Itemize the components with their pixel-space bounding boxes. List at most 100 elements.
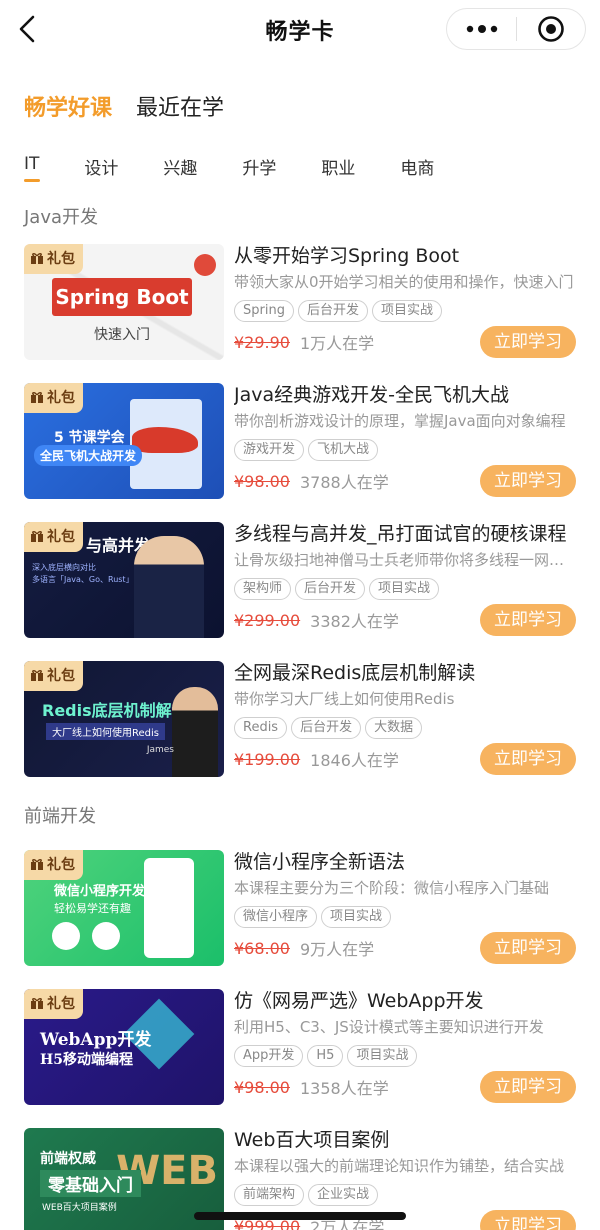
thumb-title: 微信小程序开发 <box>54 884 146 899</box>
course-thumbnail: Spring Boot 快速入门 礼包 <box>24 244 224 360</box>
gift-badge: 礼包 <box>24 850 83 880</box>
course-info: 全网最深Redis底层机制解读 带你学习大厂线上如何使用Redis Redis … <box>234 661 576 777</box>
tab-recently-learning[interactable]: 最近在学 <box>136 90 224 122</box>
gift-icon <box>31 253 43 264</box>
gift-badge: 礼包 <box>24 383 83 413</box>
original-price: ¥68.00 <box>234 938 290 958</box>
course-title: Web百大项目案例 <box>234 1129 390 1151</box>
teacher-photo <box>172 687 218 777</box>
category-tab-design[interactable]: 设计 <box>84 154 118 187</box>
learner-count: 1万人在学 <box>299 334 375 353</box>
chevron-left-icon <box>19 15 35 43</box>
start-learning-button[interactable]: 立即学习 <box>480 932 576 964</box>
course-tag: 架构师 <box>234 578 292 600</box>
course-description: 带领大家从0开始学习相关的使用和操作，快速入门 <box>234 273 574 291</box>
learner-count: 9万人在学 <box>299 940 375 959</box>
course-tag: 飞机大战 <box>308 439 379 461</box>
course-description: 利用H5、C3、JS设计模式等主要知识进行开发 <box>234 1018 544 1036</box>
course-footer: ¥68.00 9万人在学 立即学习 <box>234 932 576 964</box>
course-description: 让骨灰级扫地神僧马士兵老师带你将多线程一网打尽 <box>234 551 576 569</box>
start-learning-button[interactable]: 立即学习 <box>480 604 576 636</box>
gift-label: 礼包 <box>47 996 75 1012</box>
course-tag: 游戏开发 <box>234 439 305 461</box>
gift-label: 礼包 <box>47 251 75 267</box>
nav-bar: 畅学卡 <box>0 0 600 60</box>
thumb-subtitle: H5移动端编程 <box>40 1052 133 1068</box>
course-tag: 后台开发 <box>291 717 362 739</box>
wechat-logo <box>92 922 120 950</box>
thumb-title: Spring Boot <box>52 278 192 316</box>
gift-label: 礼包 <box>47 390 75 406</box>
course-tags: 微信小程序 项目实战 <box>234 906 576 928</box>
phone-illustration <box>144 858 194 958</box>
course-info: 从零开始学习Spring Boot 带领大家从0开始学习相关的使用和操作，快速入… <box>234 244 576 360</box>
course-tag: Spring <box>234 300 294 322</box>
course-item[interactable]: 5 节课学会 全民飞机大战开发 礼包 Java经典游戏开发-全民飞机大战 带你剖… <box>0 383 600 522</box>
course-item[interactable]: 微信小程序开发 轻松易学还有趣 礼包 微信小程序全新语法 本课程主要分为三个阶段… <box>0 850 600 989</box>
course-item[interactable]: 与高并发 深入底层横向对比 多语言「Java、Go、Rust」线程模型 礼包 多线… <box>0 522 600 661</box>
course-thumbnail: 微信小程序开发 轻松易学还有趣 礼包 <box>24 850 224 966</box>
course-title: 仿《网易严选》WebApp开发 <box>234 990 484 1012</box>
course-tag: 项目实战 <box>321 906 392 928</box>
gift-label: 礼包 <box>47 529 75 545</box>
category-tab-career[interactable]: 职业 <box>321 154 355 187</box>
thumb-subtitle: 全民飞机大战开发 <box>34 445 143 466</box>
start-learning-button[interactable]: 立即学习 <box>480 1071 576 1103</box>
course-item[interactable]: WebApp开发 H5移动端编程 礼包 仿《网易严选》WebApp开发 利用H5… <box>0 989 600 1128</box>
course-description: 带你剖析游戏设计的原理，掌握Java面向对象编程 <box>234 412 566 430</box>
course-title: 多线程与高并发_吊打面试官的硬核课程 <box>234 523 567 545</box>
course-tag: 微信小程序 <box>234 906 318 928</box>
course-footer: ¥98.00 1358人在学 立即学习 <box>234 1071 576 1103</box>
course-tags: App开发 H5 项目实战 <box>234 1045 576 1067</box>
category-tabs: IT 设计 兴趣 升学 职业 电商 <box>0 146 600 202</box>
course-tag: 后台开发 <box>297 300 368 322</box>
thumb-caption: WEB百大项目案例 <box>42 1203 117 1213</box>
close-mini-program-button[interactable] <box>517 9 585 49</box>
course-item[interactable]: Redis底层机制解读 大厂线上如何使用Redis James 礼包 全网最深R… <box>0 661 600 800</box>
course-tag: Redis <box>234 717 288 739</box>
start-learning-button[interactable]: 立即学习 <box>480 1210 576 1230</box>
course-footer: ¥199.00 1846人在学 立即学习 <box>234 743 576 775</box>
thumb-title: 5 节课学会 <box>54 430 125 446</box>
category-tab-interest[interactable]: 兴趣 <box>163 154 197 187</box>
course-tag: 项目实战 <box>371 300 442 322</box>
course-tags: 前端架构 企业实战 <box>234 1184 576 1206</box>
gift-badge: 礼包 <box>24 522 83 552</box>
thumb-subtitle: 快速入门 <box>94 327 150 343</box>
course-tags: Spring 后台开发 项目实战 <box>234 300 576 322</box>
home-indicator[interactable] <box>194 1212 406 1220</box>
tab-recommended-courses[interactable]: 畅学好课 <box>24 90 112 122</box>
course-footer: ¥299.00 3382人在学 立即学习 <box>234 604 576 636</box>
gift-badge: 礼包 <box>24 661 83 691</box>
course-tag: H5 <box>307 1045 344 1067</box>
course-tag: 前端架构 <box>234 1184 305 1206</box>
original-price: ¥299.00 <box>234 610 301 630</box>
category-tab-it[interactable]: IT <box>24 154 41 182</box>
more-button[interactable] <box>447 9 516 49</box>
start-learning-button[interactable]: 立即学习 <box>480 743 576 775</box>
course-description: 带你学习大厂线上如何使用Redis <box>234 690 455 708</box>
category-tab-ecommerce[interactable]: 电商 <box>400 154 434 187</box>
course-item[interactable]: Spring Boot 快速入门 礼包 从零开始学习Spring Boot 带领… <box>0 244 600 383</box>
back-button[interactable] <box>18 12 48 46</box>
course-tag: 大数据 <box>365 717 423 739</box>
gift-icon <box>31 998 43 1009</box>
learner-count: 3788人在学 <box>299 473 389 492</box>
learner-count: 3382人在学 <box>310 612 399 631</box>
course-thumbnail: WebApp开发 H5移动端编程 礼包 <box>24 989 224 1105</box>
start-learning-button[interactable]: 立即学习 <box>480 465 576 497</box>
gift-badge: 礼包 <box>24 989 83 1019</box>
teacher-name: James <box>146 745 174 755</box>
original-price: ¥98.00 <box>234 471 290 491</box>
java-logo <box>194 254 216 276</box>
page-title: 畅学卡 <box>265 20 335 45</box>
gift-icon <box>31 392 43 403</box>
category-tab-education[interactable]: 升学 <box>242 154 276 187</box>
section-title: 前端开发 <box>24 806 96 827</box>
course-tag: 后台开发 <box>295 578 366 600</box>
start-learning-button[interactable]: 立即学习 <box>480 326 576 358</box>
mini-program-capsule <box>446 8 586 50</box>
course-info: 仿《网易严选》WebApp开发 利用H5、C3、JS设计模式等主要知识进行开发 … <box>234 989 576 1105</box>
original-price: ¥199.00 <box>234 749 301 769</box>
course-thumbnail: 5 节课学会 全民飞机大战开发 礼包 <box>24 383 224 499</box>
